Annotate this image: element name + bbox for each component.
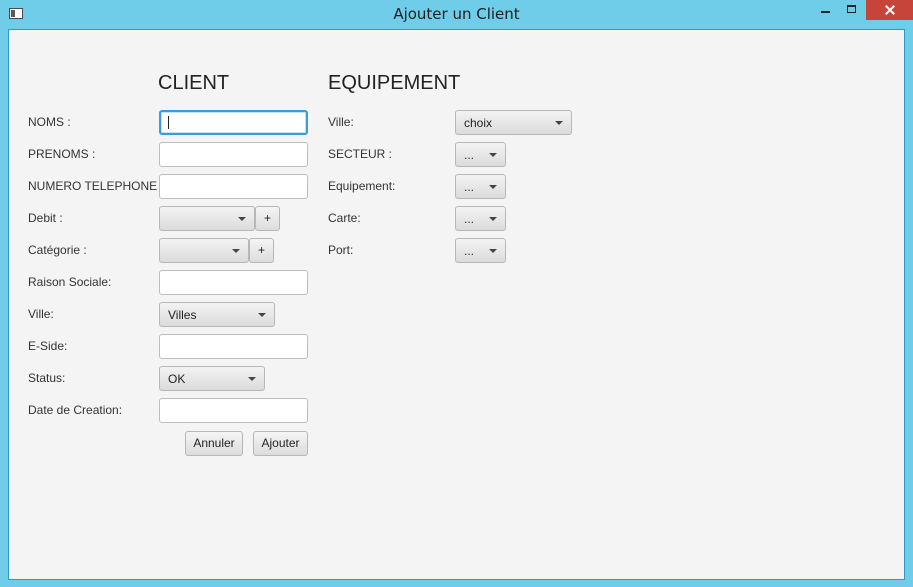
text-caret: [168, 116, 169, 129]
annuler-button[interactable]: Annuler: [185, 431, 243, 456]
chevron-down-icon: [489, 153, 497, 157]
equipement-label: Equipement:: [328, 179, 396, 193]
raison-sociale-label: Raison Sociale:: [28, 275, 112, 289]
chevron-down-icon: [232, 249, 240, 253]
date-creation-input[interactable]: [159, 398, 308, 423]
carte-label: Carte:: [328, 211, 361, 225]
debit-label: Debit :: [28, 211, 63, 225]
close-icon[interactable]: [866, 0, 913, 20]
port-label: Port:: [328, 243, 354, 257]
client-heading: CLIENT: [158, 72, 230, 94]
window: Ajouter un Client CLIENT NOMS : PRENOMS …: [0, 0, 913, 587]
chevron-down-icon: [489, 249, 497, 253]
port-select[interactable]: ...: [455, 238, 506, 263]
ville-label: Ville:: [28, 307, 54, 321]
prenoms-input[interactable]: [159, 142, 308, 167]
minimize-icon[interactable]: [812, 0, 839, 20]
chevron-down-icon: [248, 377, 256, 381]
equip-ville-label: Ville:: [328, 115, 354, 129]
equip-ville-select[interactable]: choix: [455, 110, 572, 135]
add-debit-button[interactable]: +: [255, 206, 280, 231]
chevron-down-icon: [555, 121, 563, 125]
status-select[interactable]: OK: [159, 366, 265, 391]
equipement-select[interactable]: ...: [455, 174, 506, 199]
chevron-down-icon: [489, 217, 497, 221]
categorie-select[interactable]: [159, 238, 249, 263]
noms-label: NOMS :: [28, 115, 71, 129]
equipement-heading: EQUIPEMENT: [328, 72, 461, 94]
debit-select[interactable]: [159, 206, 255, 231]
telephone-label: NUMERO TELEPHONE :: [28, 179, 164, 193]
eside-label: E-Side:: [28, 339, 68, 353]
maximize-icon[interactable]: [839, 0, 866, 20]
window-title: Ajouter un Client: [393, 5, 520, 23]
title-bar[interactable]: Ajouter un Client: [0, 0, 913, 28]
chevron-down-icon: [489, 185, 497, 189]
raison-sociale-input[interactable]: [159, 270, 308, 295]
telephone-input[interactable]: [159, 174, 308, 199]
form-panel: CLIENT NOMS : PRENOMS : NUMERO TELEPHONE…: [8, 29, 905, 580]
date-creation-label: Date de Creation:: [28, 403, 123, 417]
prenoms-label: PRENOMS :: [28, 147, 96, 161]
secteur-select[interactable]: ...: [455, 142, 506, 167]
secteur-label: SECTEUR :: [328, 147, 393, 161]
noms-input[interactable]: [159, 110, 308, 135]
ajouter-button[interactable]: Ajouter: [253, 431, 308, 456]
carte-select[interactable]: ...: [455, 206, 506, 231]
add-categorie-button[interactable]: +: [249, 238, 274, 263]
categorie-label: Catégorie :: [28, 243, 87, 257]
status-label: Status:: [28, 371, 66, 385]
ville-select[interactable]: Villes: [159, 302, 275, 327]
chevron-down-icon: [238, 217, 246, 221]
eside-input[interactable]: [159, 334, 308, 359]
chevron-down-icon: [258, 313, 266, 317]
